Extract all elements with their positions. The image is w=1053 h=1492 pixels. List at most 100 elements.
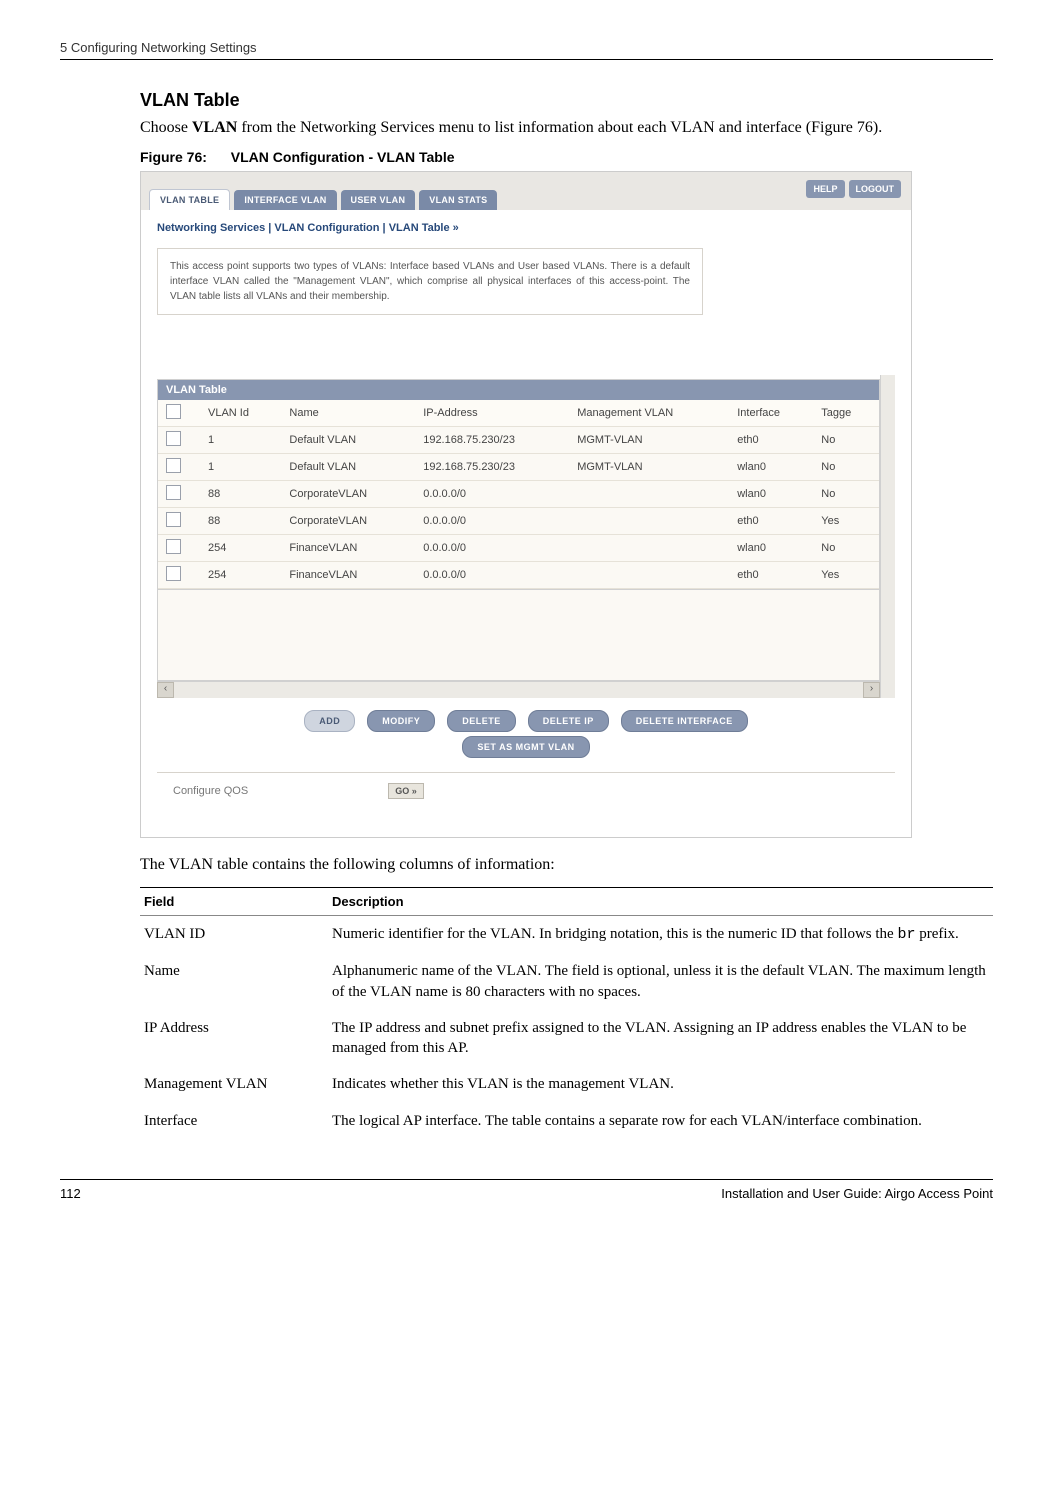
cell-vlan-id: 254 [200,534,281,561]
modify-button[interactable]: MODIFY [367,710,435,732]
cell-mgmt: MGMT-VLAN [569,426,729,453]
doc-title: Installation and User Guide: Airgo Acces… [721,1186,993,1201]
tab-user-vlan[interactable]: USER VLAN [341,190,416,210]
field-row: Interface The logical AP interface. The … [140,1103,993,1139]
horizontal-scrollbar[interactable]: ‹ › [157,681,880,698]
row-checkbox[interactable] [166,566,181,581]
field-desc: Alphanumeric name of the VLAN. The field… [328,953,993,1010]
cell-ip: 0.0.0.0/0 [415,480,569,507]
intro-pre: Choose [140,119,192,136]
add-button[interactable]: ADD [304,710,355,732]
chapter-label: 5 Configuring Networking Settings [60,40,257,55]
cell-tagged: No [813,480,879,507]
page-header: 5 Configuring Networking Settings [60,40,993,60]
cell-interface: eth0 [729,561,813,588]
after-figure-para: The VLAN table contains the following co… [140,854,993,876]
table-row: 88CorporateVLAN0.0.0.0/0eth0Yes [158,507,879,534]
field-description-table: Field Description VLAN ID Numeric identi… [140,887,993,1139]
logout-button[interactable]: LOGOUT [849,180,902,198]
cell-tagged: Yes [813,561,879,588]
intro-bold: VLAN [192,119,237,136]
col-interface: Interface [729,400,813,427]
delete-ip-button[interactable]: DELETE IP [528,710,609,732]
cell-interface: eth0 [729,426,813,453]
tab-vlan-stats[interactable]: VLAN STATS [419,190,497,210]
table-empty-space [157,590,880,681]
cell-vlan-id: 88 [200,480,281,507]
tab-interface-vlan[interactable]: INTERFACE VLAN [234,190,336,210]
cell-ip: 0.0.0.0/0 [415,561,569,588]
breadcrumb: Networking Services | VLAN Configuration… [157,222,895,234]
scroll-right-arrow[interactable]: › [863,682,880,698]
section-heading: VLAN Table [140,90,993,111]
field-desc: Numeric identifier for the VLAN. In brid… [328,916,993,954]
vlan-table-header-row: VLAN Id Name IP-Address Management VLAN … [158,400,879,427]
tab-vlan-table[interactable]: VLAN TABLE [149,189,230,210]
explain-box: This access point supports two types of … [157,248,703,315]
action-button-row: ADD MODIFY DELETE DELETE IP DELETE INTER… [157,698,895,736]
table-row: 254FinanceVLAN0.0.0.0/0 wlan0No [158,534,879,561]
cell-tagged: No [813,534,879,561]
vertical-scrollbar[interactable] [880,375,895,698]
table-row: 88CorporateVLAN0.0.0.0/0 wlan0No [158,480,879,507]
configure-qos-label: Configure QOS [173,785,248,797]
field-desc: The logical AP interface. The table cont… [328,1103,993,1139]
cell-mgmt [569,534,729,561]
field-name: Management VLAN [140,1066,328,1102]
cell-vlan-id: 1 [200,426,281,453]
scroll-left-arrow[interactable]: ‹ [157,682,174,698]
cell-vlan-id: 88 [200,507,281,534]
cell-ip: 0.0.0.0/0 [415,507,569,534]
col-name: Name [281,400,415,427]
cell-interface: wlan0 [729,534,813,561]
page-number: 112 [60,1186,81,1201]
field-desc: The IP address and subnet prefix assigne… [328,1010,993,1067]
cell-name: FinanceVLAN [281,534,415,561]
field-name: IP Address [140,1010,328,1067]
col-tagged: Tagge [813,400,879,427]
cell-mgmt [569,480,729,507]
field-row: IP Address The IP address and subnet pre… [140,1010,993,1067]
cell-vlan-id: 254 [200,561,281,588]
cell-name: Default VLAN [281,453,415,480]
cell-ip: 0.0.0.0/0 [415,534,569,561]
cell-tagged: No [813,453,879,480]
table-row: 254FinanceVLAN0.0.0.0/0eth0Yes [158,561,879,588]
cell-tagged: No [813,426,879,453]
figure-label: Figure 76: [140,149,207,165]
page-footer: 112 Installation and User Guide: Airgo A… [60,1179,993,1201]
row-checkbox[interactable] [166,512,181,527]
cell-mgmt: MGMT-VLAN [569,453,729,480]
cell-vlan-id: 1 [200,453,281,480]
figure-caption: Figure 76: VLAN Configuration - VLAN Tab… [140,149,993,165]
vlan-table: VLAN Id Name IP-Address Management VLAN … [158,400,879,589]
cell-ip: 192.168.75.230/23 [415,426,569,453]
cell-mgmt [569,561,729,588]
row-checkbox[interactable] [166,485,181,500]
delete-interface-button[interactable]: DELETE INTERFACE [621,710,748,732]
row-checkbox[interactable] [166,431,181,446]
select-all-checkbox[interactable] [166,404,181,419]
col-mgmt: Management VLAN [569,400,729,427]
help-button[interactable]: HELP [806,180,844,198]
row-checkbox[interactable] [166,539,181,554]
go-button[interactable]: GO » [388,783,424,799]
vlan-table-title: VLAN Table [158,380,879,400]
figure-title: VLAN Configuration - VLAN Table [231,149,455,165]
tab-bar: VLAN TABLE INTERFACE VLAN USER VLAN VLAN… [141,172,911,210]
intro-paragraph: Choose VLAN from the Networking Services… [140,117,993,139]
field-row: Name Alphanumeric name of the VLAN. The … [140,953,993,1010]
cell-interface: eth0 [729,507,813,534]
table-row: 1Default VLAN192.168.75.230/23MGMT-VLANw… [158,453,879,480]
field-name: VLAN ID [140,916,328,954]
delete-button[interactable]: DELETE [447,710,516,732]
field-row: Management VLAN Indicates whether this V… [140,1066,993,1102]
configure-qos-row: Configure QOS GO » [157,772,895,829]
vlan-screenshot: VLAN TABLE INTERFACE VLAN USER VLAN VLAN… [140,171,912,838]
cell-mgmt [569,507,729,534]
intro-post: from the Networking Services menu to lis… [237,119,882,136]
set-mgmt-vlan-button[interactable]: SET AS MGMT VLAN [462,736,589,758]
cell-interface: wlan0 [729,480,813,507]
row-checkbox[interactable] [166,458,181,473]
cell-name: CorporateVLAN [281,480,415,507]
